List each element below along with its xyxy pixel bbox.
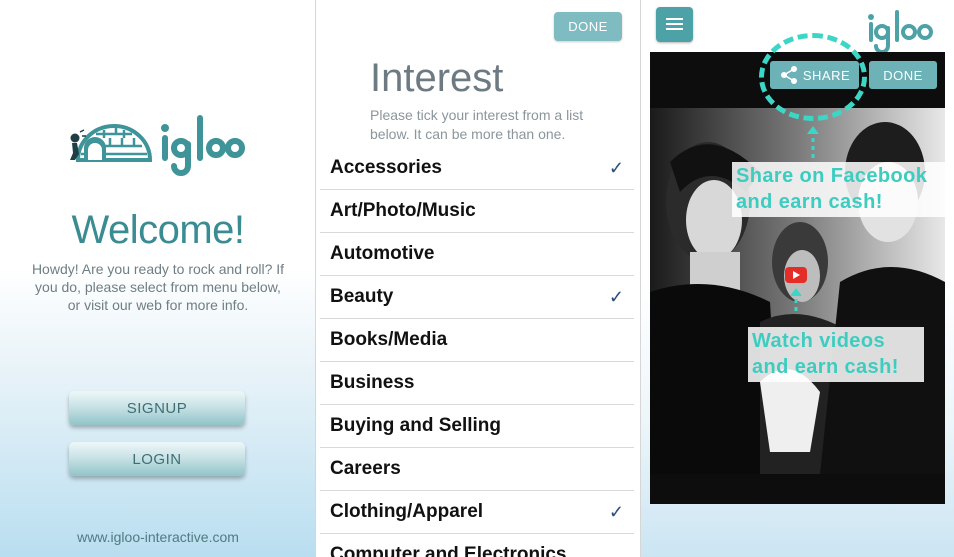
callout-line: Share on Facebook [736,165,928,187]
interest-item-business[interactable]: Business [320,362,634,405]
signup-button[interactable]: SIGNUP [69,391,245,425]
page-subtitle: Please tick your interest from a list be… [370,107,584,142]
done-button[interactable]: DONE [554,12,622,41]
checkmark-icon: ✓ [608,502,624,522]
website-link[interactable]: www.igloo-interactive.com [0,529,316,545]
interest-item-clothing-apparel[interactable]: Clothing/Apparel ✓ [320,491,634,534]
igloo-logo-icon [70,115,245,176]
video-callout: Watch videos and earn cash! [748,327,924,382]
list-item-label: Buying and Selling [330,415,502,436]
list-item-label: Business [330,372,415,393]
done-button[interactable]: DONE [869,61,937,89]
page-title: Interest [370,56,504,100]
callout-line: and earn cash! [736,191,883,213]
share-button[interactable]: SHARE [770,61,859,89]
interest-item-careers[interactable]: Careers [320,448,634,491]
callout-line: Watch videos [752,330,885,352]
interest-item-computer-electronics[interactable]: Computer and Electronics [320,534,634,557]
share-icon [780,66,797,84]
login-button[interactable]: LOGIN [69,442,245,476]
interest-item-automotive[interactable]: Automotive [320,233,634,276]
welcome-screen: Welcome! Howdy! Are you ready to rock an… [0,0,316,557]
interest-item-accessories[interactable]: Accessories ✓ [320,147,634,190]
interest-item-buying-selling[interactable]: Buying and Selling [320,405,634,448]
menu-icon [666,28,683,30]
arrow-up-icon [807,126,819,160]
youtube-play-icon[interactable] [785,267,807,283]
interest-screen: DONE Interest Please tick your interest … [316,0,641,557]
menu-button[interactable] [656,7,693,42]
list-item-label: Careers [330,458,401,479]
interest-item-beauty[interactable]: Beauty ✓ [320,276,634,319]
list-item-label: Art/Photo/Music [330,200,476,221]
menu-icon [666,18,683,20]
welcome-title: Welcome! [71,208,245,252]
share-callout: Share on Facebook and earn cash! [732,162,945,217]
share-label: SHARE [802,67,851,83]
igloo-logo-icon [868,10,933,54]
list-item-label: Accessories [330,157,442,178]
checkmark-icon: ✓ [608,287,624,307]
welcome-message: Howdy! Are you ready to rock and roll? I… [31,261,285,313]
interest-item-art-photo-music[interactable]: Art/Photo/Music [320,190,634,233]
arrow-up-icon [790,288,802,314]
list-item-label: Books/Media [330,329,448,350]
interest-item-books-media[interactable]: Books/Media [320,319,634,362]
interest-list: Accessories ✓ Art/Photo/Music Automotive… [320,147,634,557]
list-item-label: Computer and Electronics [330,544,567,557]
list-item-label: Automotive [330,243,435,264]
callout-line: and earn cash! [752,356,899,378]
list-item-label: Beauty [330,286,394,307]
video-screen: SHARE DONE Share on Facebook and earn ca… [641,0,954,557]
menu-icon [666,23,683,25]
list-item-label: Clothing/Apparel [330,501,484,522]
checkmark-icon: ✓ [608,158,624,178]
